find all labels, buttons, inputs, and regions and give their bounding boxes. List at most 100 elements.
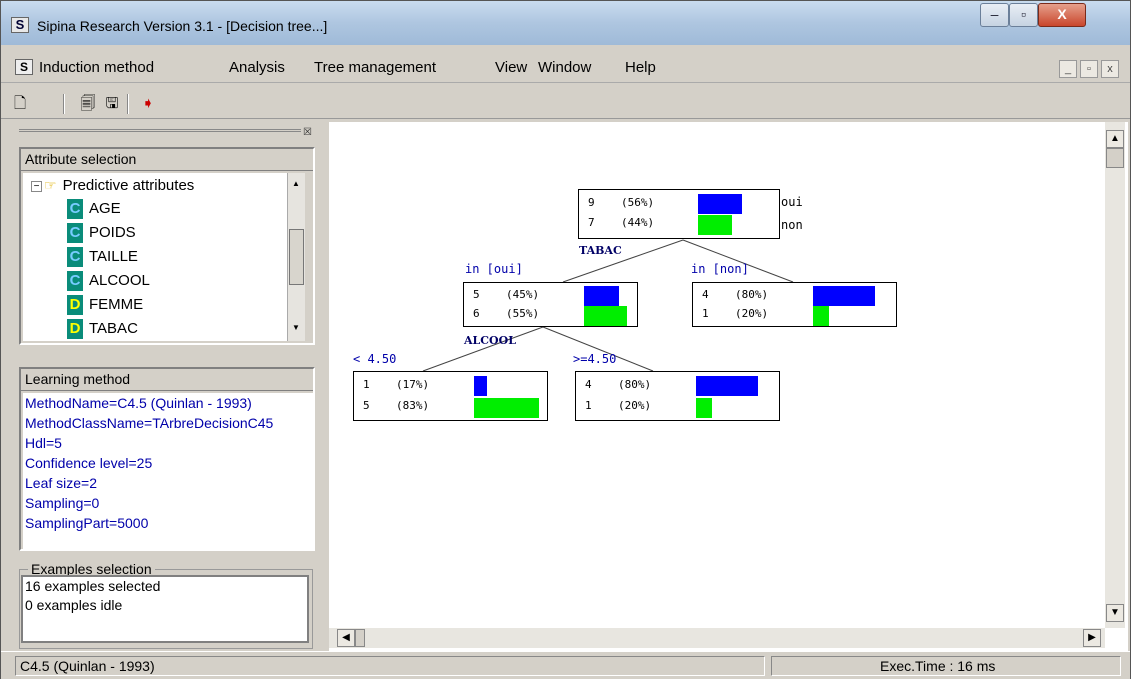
node-count: 5 [363,399,370,412]
node-bar-non [698,215,732,235]
node-percent: (55%) [506,307,540,320]
node-bar-oui [813,286,875,306]
dock-close-icon[interactable]: ☒ [303,127,312,138]
document-icon[interactable]: S [15,59,33,75]
tree-item-attribute[interactable]: C ALCOOL [67,269,150,293]
mdi-close-button[interactable]: x [1101,60,1119,78]
node-count: 5 [473,288,480,301]
attribute-selection-panel: Attribute selection − ☞ Predictive attribu… [19,147,315,345]
tree-group-predictive[interactable]: − ☞ Predictive attributes [23,173,194,197]
copy-icon[interactable]: 🗐 [77,93,99,115]
discrete-attribute-icon: D [67,319,83,340]
scroll-down-icon[interactable]: ▼ [292,323,300,332]
node-bar-oui [696,376,758,396]
collapse-icon[interactable]: − [31,180,42,192]
tree-node-lt[interactable]: 1 (17%) 5 (83%) [353,371,548,421]
node-count: 1 [363,378,370,391]
new-file-icon[interactable]: 🗋 [9,93,31,115]
toolbar-separator [127,94,129,114]
node-bar-oui [584,286,619,306]
examples-info[interactable]: 16 examples selected 0 examples idle [21,575,309,643]
continuous-attribute-icon: C [67,271,83,292]
mdi-minimize-button[interactable]: _ [1059,60,1077,78]
menu-induction-method[interactable]: Induction method [39,59,154,76]
attribute-label: TABAC [89,320,138,337]
attribute-label: TAILLE [89,248,138,265]
examples-selection-panel: Examples selection 16 examples selected … [19,561,315,653]
canvas-vertical-scrollbar[interactable]: ▲ ▼ [1105,122,1125,628]
param-line: Confidence level=25 [25,455,153,471]
app-window: S Sipina Research Version 3.1 - [Decisio… [0,0,1131,679]
scroll-thumb[interactable] [355,629,365,647]
attribute-tree[interactable]: − ☞ Predictive attributes C AGE C POIDS C TAI… [23,173,287,341]
attribute-label: FEMME [89,296,144,313]
node-count: 4 [585,378,592,391]
toolbar-separator [63,94,65,114]
scroll-left-icon[interactable]: ◀ [337,629,355,647]
scroll-thumb[interactable] [289,229,304,285]
node-count: 9 [588,196,595,209]
tree-item-attribute[interactable]: C TAILLE [67,245,138,269]
attribute-label: POIDS [89,224,136,241]
save-copy-icon[interactable]: 🖫 [101,93,123,115]
continuous-attribute-icon: C [67,223,83,244]
node-percent: (80%) [618,378,652,391]
node-percent: (17%) [396,378,430,391]
attribute-label: AGE [89,200,121,217]
param-line: Sampling=0 [25,495,100,511]
minimize-button[interactable]: – [980,3,1009,27]
tree-item-attribute[interactable]: D TABAC [67,317,138,341]
dock-grip[interactable] [19,129,301,139]
node-bar-non [696,398,712,418]
node-count: 1 [585,399,592,412]
scroll-thumb[interactable] [1106,148,1124,168]
node-percent: (20%) [618,399,652,412]
node-bar-oui [474,376,487,396]
status-exec-time: Exec.Time : 16 ms [771,656,1121,676]
menu-tree-management[interactable]: Tree management [314,59,436,76]
edge-label-lt: < 4.50 [353,352,397,366]
maximize-button[interactable]: ▫ [1009,3,1038,27]
tree-node-non[interactable]: 4 (80%) 1 (20%) [692,282,897,327]
export-icon[interactable]: ➧ [137,93,159,115]
edge-label-oui: in [oui] [465,262,523,276]
class-label-non: non [781,218,803,232]
split-attribute-oui: ALCOOL [464,334,516,347]
tree-node-root[interactable]: 9 (56%) 7 (44%) [578,189,780,239]
decision-tree-canvas[interactable]: 9 (56%) 7 (44%) oui non TABAC in [oui] in … [329,122,1128,652]
examples-selected-text: 16 examples selected [25,578,161,594]
learning-method-panel: Learning method MethodName=C4.5 (Quinlan… [19,367,315,551]
node-bar-non [584,306,627,326]
menu-analysis[interactable]: Analysis [229,59,285,76]
tree-item-attribute[interactable]: C AGE [67,197,121,221]
node-percent: (44%) [621,216,655,229]
node-count: 1 [702,307,709,320]
scroll-up-icon[interactable]: ▲ [292,179,300,188]
scroll-right-icon[interactable]: ▶ [1083,629,1101,647]
title-bar[interactable]: S Sipina Research Version 3.1 - [Decisio… [1,1,1130,45]
tree-node-oui[interactable]: 5 (45%) 6 (55%) [463,282,638,327]
menu-bar: S Induction method Analysis Tree managem… [1,53,1130,83]
tree-item-attribute[interactable]: D FEMME [67,293,143,317]
app-icon[interactable]: S [11,17,29,33]
close-button[interactable]: X [1038,3,1086,27]
param-line: Leaf size=2 [25,475,97,491]
canvas-horizontal-scrollbar[interactable]: ◀ ▶ [329,628,1105,648]
menu-help[interactable]: Help [625,59,656,76]
menu-view[interactable]: View [495,59,527,76]
learning-method-params[interactable]: MethodName=C4.5 (Quinlan - 1993) MethodC… [23,393,313,549]
tree-node-ge[interactable]: 4 (80%) 1 (20%) [575,371,780,421]
scroll-down-icon[interactable]: ▼ [1106,604,1124,622]
node-percent: (45%) [506,288,540,301]
attribute-scrollbar[interactable]: ▲ ▼ [287,173,305,341]
node-percent: (20%) [735,307,769,320]
node-bar-non [813,306,829,326]
menu-window[interactable]: Window [538,59,591,76]
node-percent: (80%) [735,288,769,301]
scroll-up-icon[interactable]: ▲ [1106,130,1124,148]
node-bar-non [474,398,539,418]
tree-group-label: Predictive attributes [62,177,195,194]
tree-item-attribute[interactable]: C POIDS [67,221,136,245]
param-line: SamplingPart=5000 [25,515,149,531]
mdi-restore-button[interactable]: ▫ [1080,60,1098,78]
